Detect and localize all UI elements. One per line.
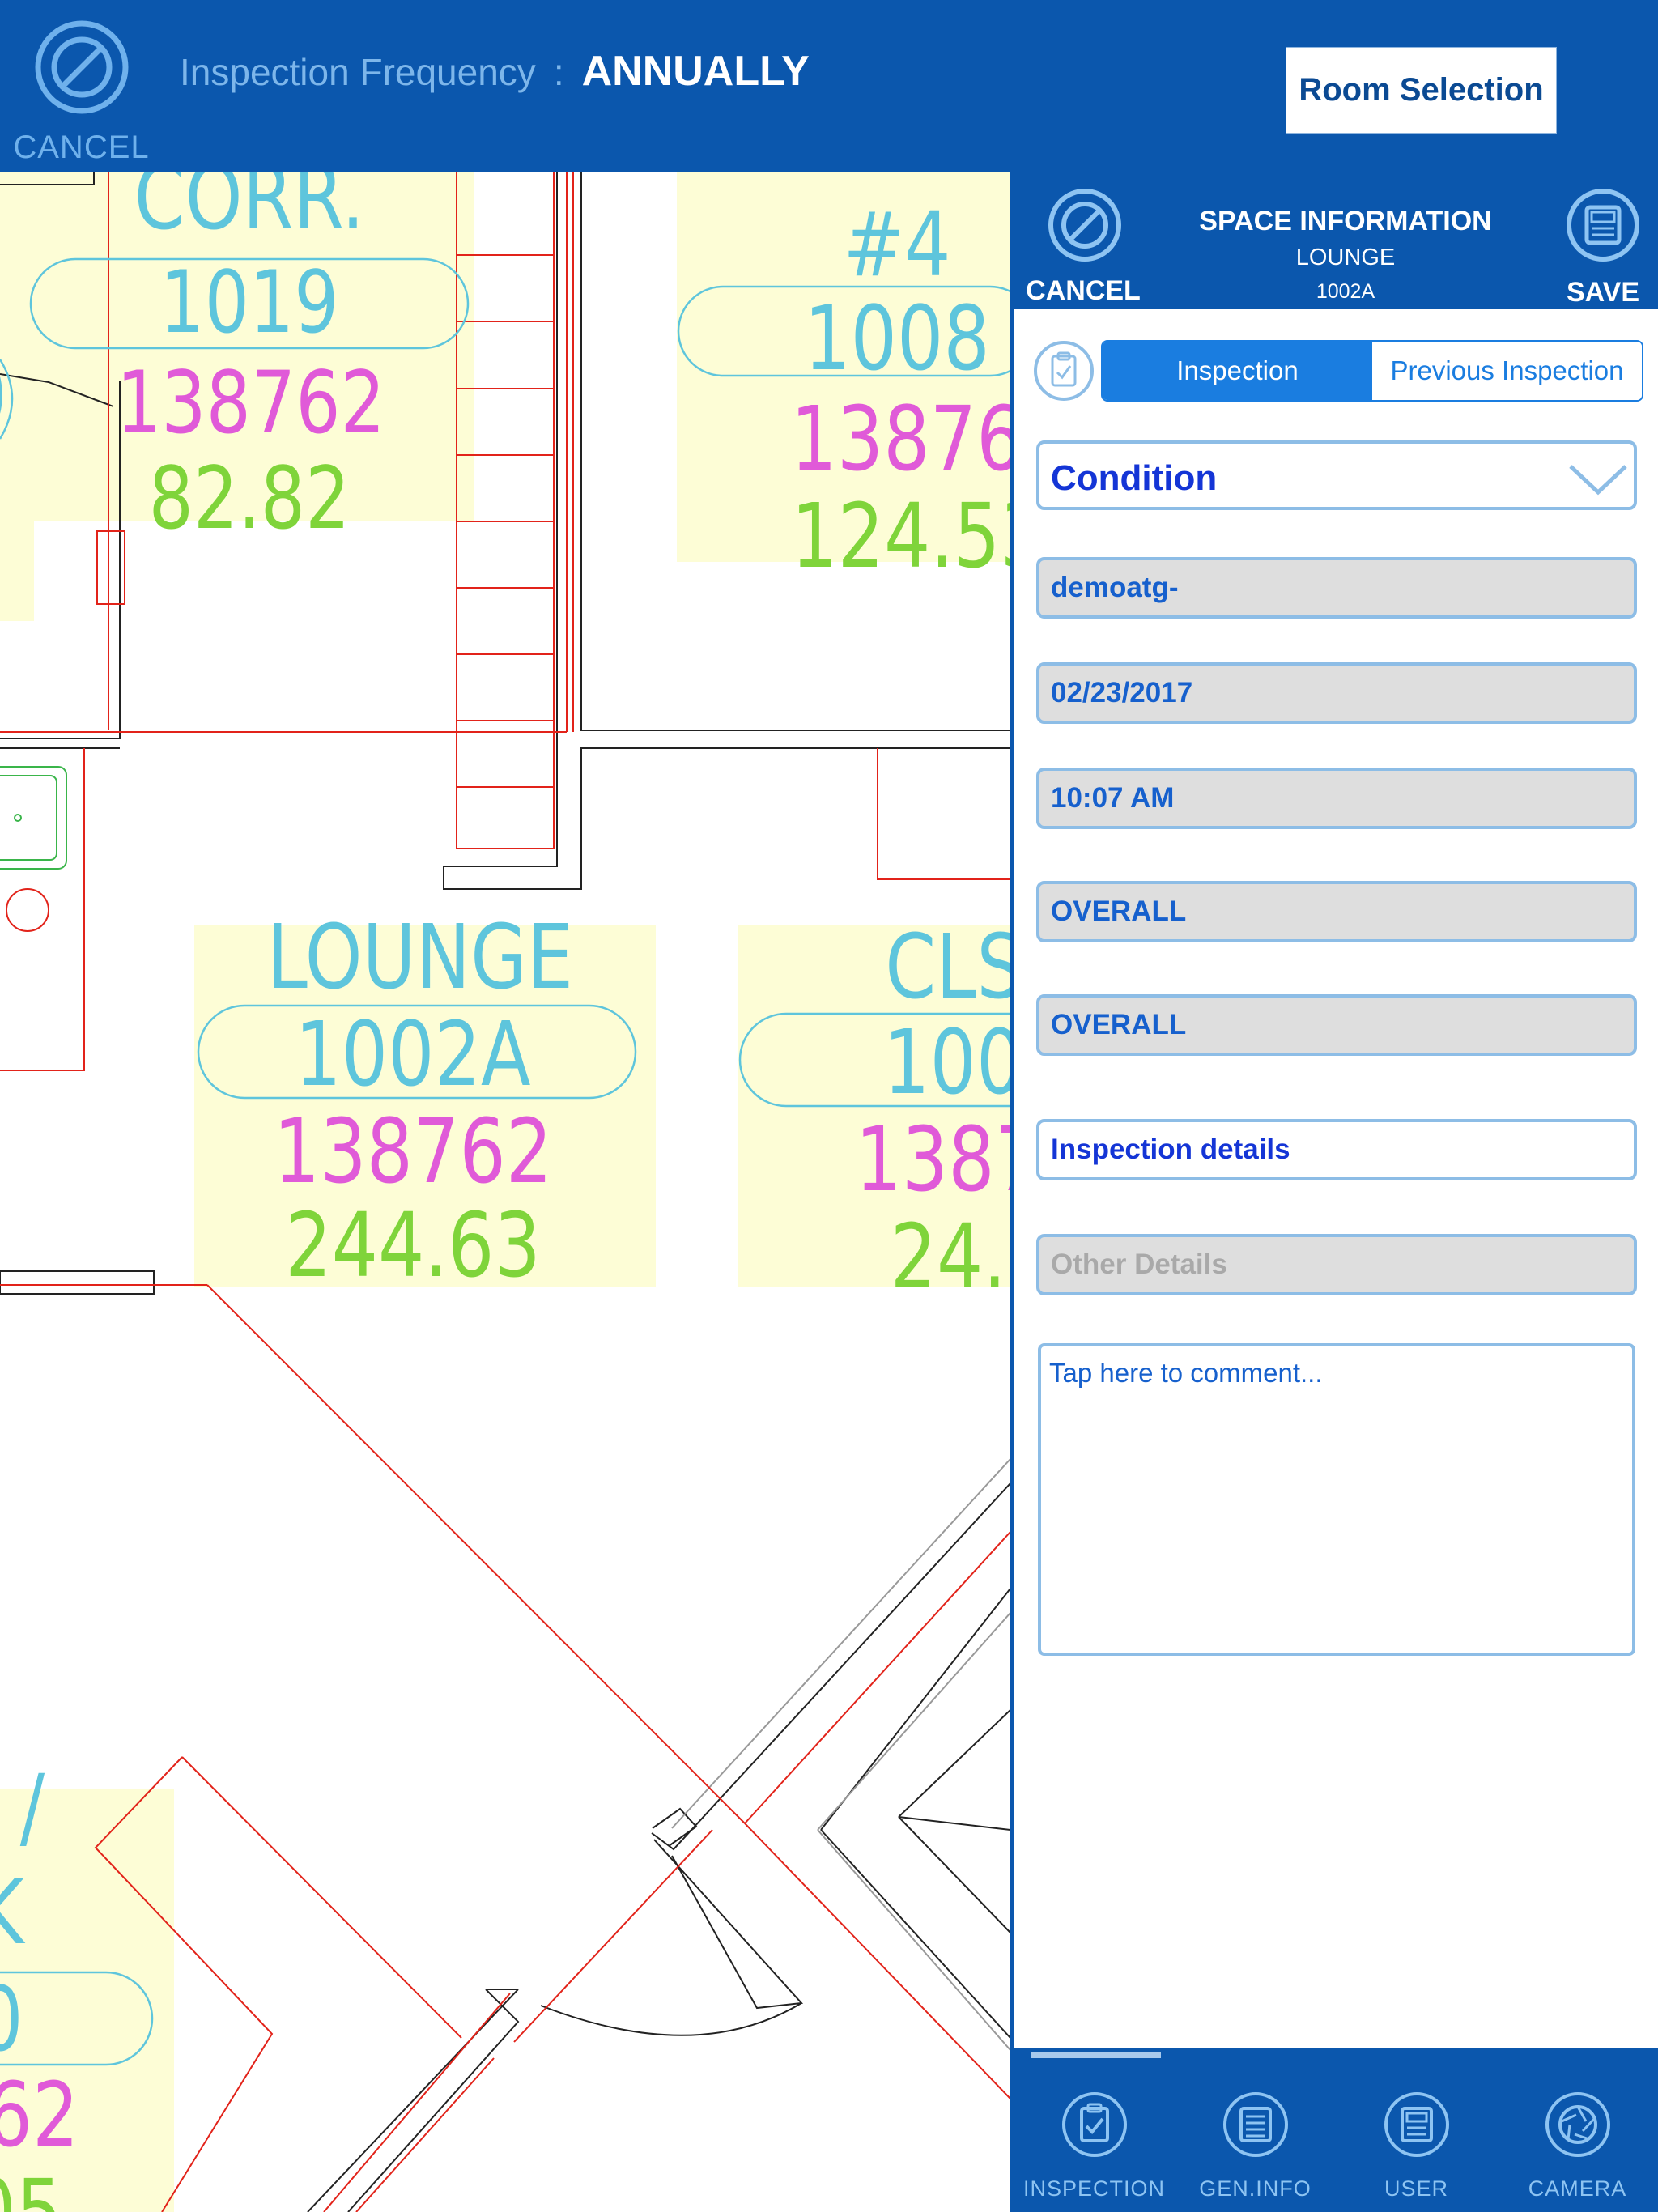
user-field: demoatg-: [1036, 557, 1637, 619]
space-information-panel: CANCEL SPACE INFORMATION LOUNGE 1002A SA…: [1010, 172, 1658, 2212]
room-area-label: 82.82: [148, 449, 351, 548]
chevron-down-icon: [1569, 465, 1627, 496]
inspection-details-field[interactable]: Inspection details: [1036, 1119, 1637, 1180]
gen-info-icon: [1223, 2092, 1288, 2157]
room-code-label: 138762: [117, 353, 385, 453]
tab-user-label: USER: [1384, 2176, 1448, 2201]
panel-cancel-label: CANCEL: [1026, 275, 1141, 306]
date-field: 02/23/2017: [1036, 662, 1637, 724]
room-area-label: 62: [0, 2063, 79, 2167]
tab-previous-inspection[interactable]: Previous Inspection: [1372, 342, 1642, 400]
room-name-label: CORR.: [134, 172, 365, 249]
tab-inspection-label: INSPECTION: [1022, 2176, 1166, 2201]
room-number-label: 1008: [804, 287, 990, 390]
room-code-label: 138762: [273, 1100, 553, 1203]
panel-save-label: SAVE: [1566, 277, 1640, 308]
room-area-label: 24.3: [890, 1205, 1010, 1308]
other-details-field[interactable]: Other Details: [1036, 1234, 1637, 1295]
room-name-label: CLST: [885, 915, 1010, 1019]
tab-gen-info[interactable]: GEN.INFO: [1175, 2048, 1336, 2212]
panel-title: SPACE INFORMATION: [1199, 206, 1492, 236]
time-field: 10:07 AM: [1036, 768, 1637, 829]
cancel-icon: [1048, 189, 1121, 262]
frequency-value: ANNUALLY: [581, 48, 810, 95]
camera-icon: [1545, 2092, 1610, 2157]
top-cancel-button[interactable]: CANCEL: [6, 16, 156, 165]
room-number-label: 1019: [159, 253, 339, 352]
top-bar: CANCEL Inspection Frequency: ANNUALLY Roo…: [0, 0, 1658, 172]
tab-gen-info-label: GEN.INFO: [1199, 2176, 1312, 2201]
save-icon: [1567, 189, 1639, 262]
scope-field-2[interactable]: OVERALL: [1036, 994, 1637, 1056]
room-fragment-label: 0: [0, 348, 17, 445]
frequency-label: Inspection Frequency: [180, 51, 536, 93]
room-area-label: 244.63: [285, 1193, 541, 1297]
room-code-label: 13876: [790, 387, 1010, 491]
space-name: LOUNGE: [1295, 245, 1396, 270]
top-cancel-label: CANCEL: [13, 130, 150, 165]
room-code-label: 0: [0, 1971, 53, 2068]
frequency-separator: :: [553, 51, 564, 93]
tab-inspection-bottom[interactable]: INSPECTION: [1014, 2048, 1175, 2212]
tab-camera-label: CAMERA: [1528, 2176, 1627, 2201]
comment-textarea[interactable]: Tap here to comment...: [1038, 1343, 1635, 1656]
inspection-frequency: Inspection Frequency: ANNUALLY: [180, 47, 810, 96]
room-code-label: 13876: [855, 1108, 1010, 1211]
panel-header: CANCEL SPACE INFORMATION LOUNGE 1002A SA…: [1014, 172, 1658, 309]
inspection-icon: [1062, 2092, 1127, 2157]
room-selection-button[interactable]: Room Selection: [1286, 47, 1557, 134]
cancel-icon: [35, 20, 129, 114]
floor-plan-canvas[interactable]: CORR. 1019 138762 82.82 #4 1008 13876 12…: [0, 172, 1010, 2212]
scope-field-1[interactable]: OVERALL: [1036, 881, 1637, 942]
room-number-label: 1002: [883, 1010, 1010, 1114]
clipboard-icon: [1034, 341, 1094, 401]
room-area-label: 124.53: [791, 484, 1010, 588]
scroll-indicator: [1031, 2052, 1161, 2058]
tab-inspection[interactable]: Inspection: [1103, 342, 1372, 400]
space-number: 1002A: [1316, 280, 1375, 303]
panel-save-button[interactable]: SAVE: [1546, 188, 1658, 309]
inspection-tab-control: Inspection Previous Inspection: [1101, 340, 1643, 402]
tab-camera[interactable]: CAMERA: [1497, 2048, 1658, 2212]
condition-label: Condition: [1051, 458, 1218, 498]
user-icon: [1384, 2092, 1449, 2157]
condition-dropdown[interactable]: Condition: [1036, 440, 1637, 510]
room-number-label: K: [0, 1864, 53, 1961]
room-fragment-label: 05: [0, 2160, 63, 2212]
room-name-label: LOUNGE: [266, 905, 574, 1009]
room-name-label: #4: [843, 193, 951, 296]
room-number-label: 1002A: [295, 1002, 531, 1106]
room-name-label: /: [19, 1755, 45, 1859]
tab-user[interactable]: USER: [1336, 2048, 1497, 2212]
bottom-tab-bar: INSPECTION GEN.INFO USER CAMERA: [1014, 2048, 1658, 2212]
panel-cancel-button[interactable]: CANCEL: [1018, 188, 1148, 309]
